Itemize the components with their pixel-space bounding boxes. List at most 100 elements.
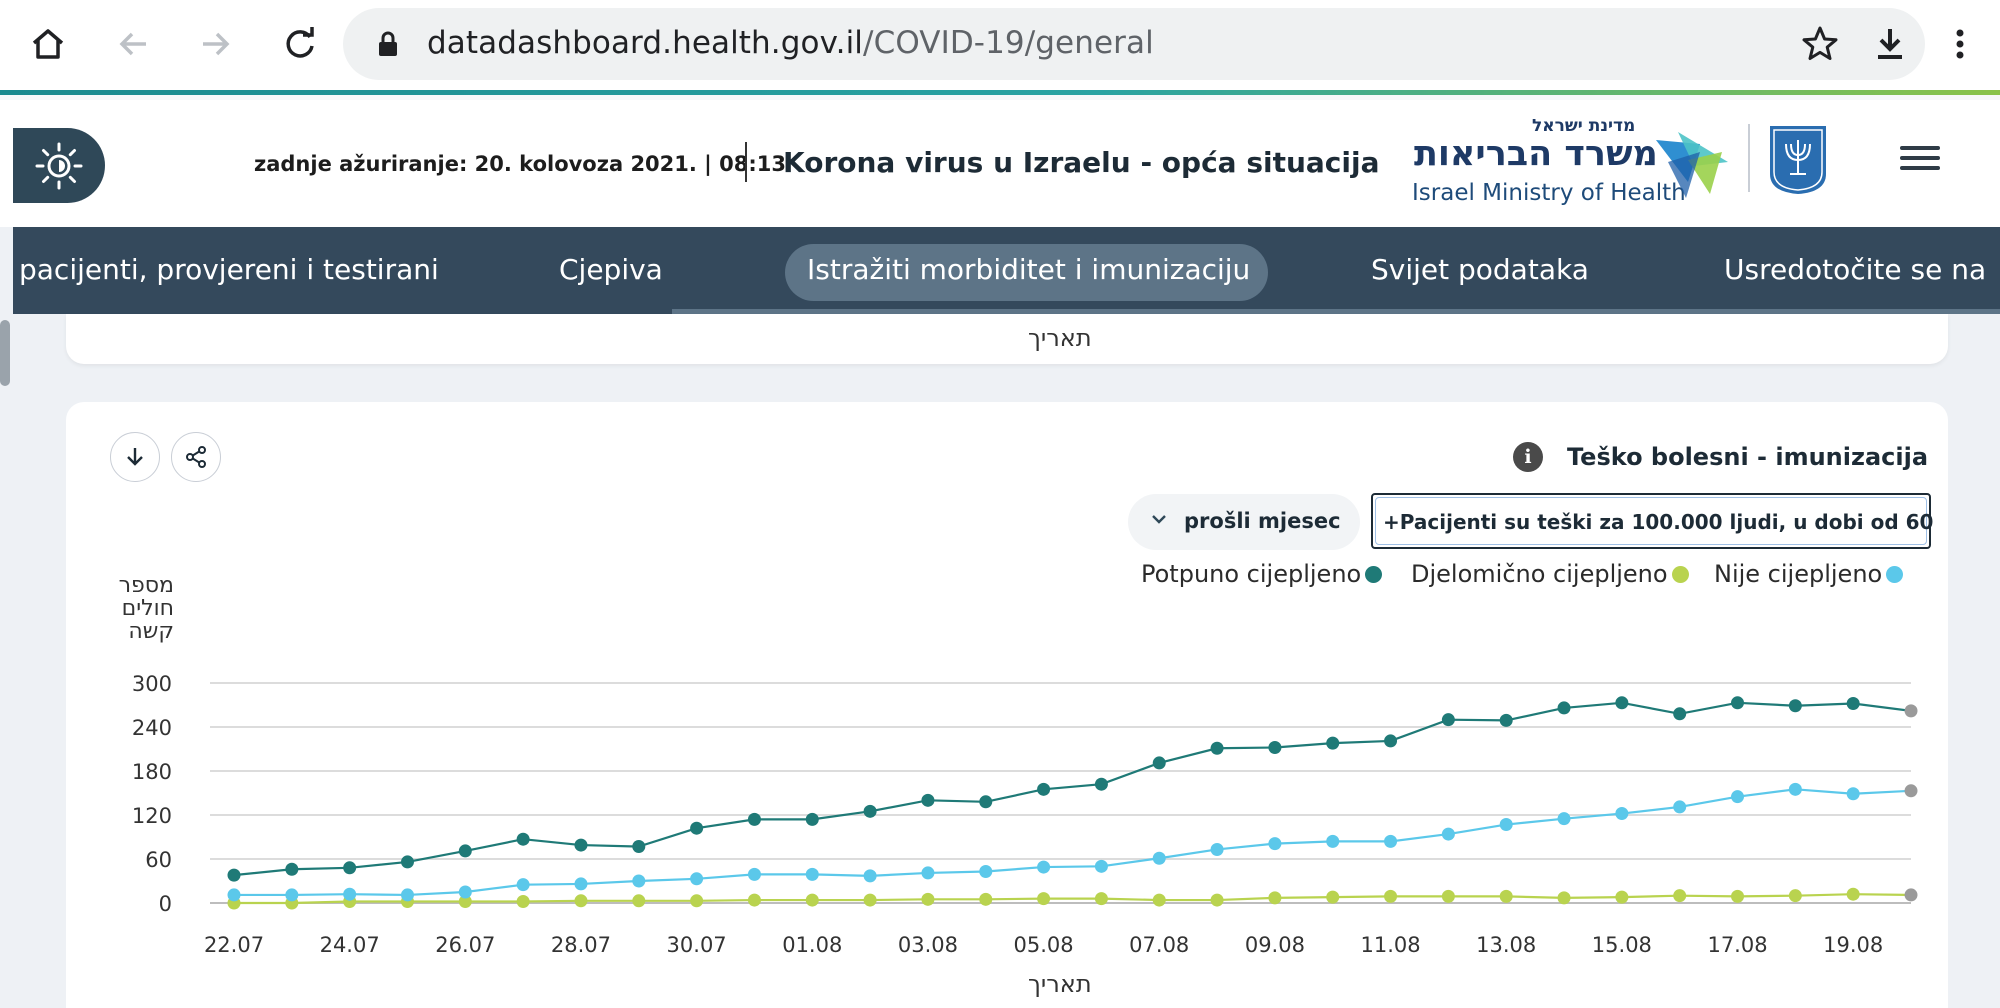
series-not-vaccinated-point [285, 888, 299, 902]
series-not-vaccinated-point [921, 866, 935, 880]
series-partially-vaccinated-point [1788, 889, 1802, 903]
x-tick-label: 26.07 [435, 933, 495, 957]
series-fully-vaccinated-point [805, 812, 819, 826]
series-fully-vaccinated-point [863, 804, 877, 818]
series-partially-vaccinated-point [516, 895, 530, 909]
series-fully-vaccinated-point [979, 795, 993, 809]
series-partially-vaccinated-line [234, 893, 1912, 905]
series-fully-vaccinated-point [1557, 701, 1571, 715]
series-fully-vaccinated-point [1615, 696, 1629, 710]
series-partially-vaccinated-point [632, 894, 646, 908]
series-partially-vaccinated-point [1441, 889, 1455, 903]
x-tick-label: 22.07 [204, 933, 264, 957]
x-tick-label: 28.07 [551, 933, 611, 957]
series-fully-vaccinated-point [1499, 713, 1513, 727]
series-not-vaccinated-point [400, 888, 414, 902]
series-partially-vaccinated-point [805, 893, 819, 907]
y-tick-label: 180 [132, 760, 172, 784]
series-not-vaccinated-point [805, 867, 819, 881]
series-not-vaccinated-point [1326, 834, 1340, 848]
line-chart: 0 60 120 180 240 300 22.07 24.07 26.07 28.07 30.07… [132, 672, 1918, 957]
series-fully-vaccinated-point [1037, 782, 1051, 796]
series-not-vaccinated-point [1499, 818, 1513, 832]
series-not-vaccinated-point [1210, 842, 1224, 856]
series-not-vaccinated-point [343, 887, 357, 901]
series-fully-vaccinated-point [1152, 756, 1166, 770]
series-partially-vaccinated-point [1673, 889, 1687, 903]
series-not-vaccinated-point [1846, 787, 1860, 801]
series-not-vaccinated-point [1615, 807, 1629, 821]
series-fully-vaccinated-point [690, 821, 704, 835]
series-partially-vaccinated-point [747, 893, 761, 907]
x-tick-label: 03.08 [898, 933, 958, 957]
series-not-vaccinated-point [1037, 860, 1051, 874]
series-fully-vaccinated-point [227, 868, 241, 882]
series-fully-vaccinated-point [458, 844, 472, 858]
y-tick-label: 240 [132, 716, 172, 740]
x-tick-label: 24.07 [320, 933, 380, 957]
series-partially-vaccinated-point [1499, 889, 1513, 903]
x-tick-label: 05.08 [1014, 933, 1074, 957]
series-fully-vaccinated-point [747, 812, 761, 826]
series-not-vaccinated-point [632, 874, 646, 888]
series-fully-vaccinated-point [1846, 697, 1860, 711]
series-fully-vaccinated-point [1268, 741, 1282, 755]
series-partially-vaccinated-point [979, 892, 993, 906]
series-partially-vaccinated-point [1557, 891, 1571, 905]
series-fully-vaccinated-point [1673, 707, 1687, 721]
series-partially-vaccinated-point [1384, 889, 1398, 903]
series-partially-vaccinated-point [1268, 891, 1282, 905]
series-fully-vaccinated-point [1441, 713, 1455, 727]
series-not-vaccinated-point [1441, 827, 1455, 841]
series-not-vaccinated-point [863, 869, 877, 883]
page-scrollbar[interactable] [0, 320, 10, 386]
series-fully-vaccinated-point [516, 832, 530, 846]
series-not-vaccinated-point [690, 872, 704, 886]
series-fully-vaccinated-point [1094, 777, 1108, 791]
series-fully-vaccinated-point [632, 840, 646, 854]
series-not-vaccinated-line [234, 788, 1912, 897]
series-not-vaccinated-point [1904, 784, 1918, 798]
series-partially-vaccinated-point [921, 892, 935, 906]
series-fully-vaccinated-point [1210, 741, 1224, 755]
series-fully-vaccinated-point [1904, 704, 1918, 718]
series-fully-vaccinated-point [343, 861, 357, 875]
series-partially-vaccinated-point [1152, 893, 1166, 907]
series-not-vaccinated-point [747, 867, 761, 881]
x-tick-label: 30.07 [667, 933, 727, 957]
series-not-vaccinated-point [979, 864, 993, 878]
series-fully-vaccinated-line [233, 701, 1912, 877]
y-tick-label: 60 [145, 848, 172, 872]
series-partially-vaccinated-point [574, 894, 588, 908]
series-partially-vaccinated-point [1731, 889, 1745, 903]
x-axis-label: תאריך [1028, 970, 1092, 998]
series-fully-vaccinated-point [1384, 734, 1398, 748]
series-partially-vaccinated-point [1904, 888, 1918, 902]
series-fully-vaccinated-point [1788, 699, 1802, 713]
series-not-vaccinated-point [1788, 782, 1802, 796]
series-not-vaccinated-point [1152, 851, 1166, 865]
series-not-vaccinated-point [1673, 800, 1687, 814]
series-partially-vaccinated-point [1615, 890, 1629, 904]
y-tick-label: 0 [159, 892, 172, 916]
series-not-vaccinated-point [1557, 812, 1571, 826]
series-fully-vaccinated-point [1731, 696, 1745, 710]
x-tick-label: 13.08 [1476, 933, 1536, 957]
series-not-vaccinated-point [227, 888, 241, 902]
series-partially-vaccinated-point [1037, 892, 1051, 906]
x-tick-label: 15.08 [1592, 933, 1652, 957]
series-partially-vaccinated-point [1326, 890, 1340, 904]
series-not-vaccinated-point [1384, 834, 1398, 848]
series-not-vaccinated-point [458, 885, 472, 899]
x-tick-label: 09.08 [1245, 933, 1305, 957]
series-fully-vaccinated-point [285, 862, 299, 876]
y-tick-label: 120 [132, 804, 172, 828]
series-partially-vaccinated-point [1846, 887, 1860, 901]
series-not-vaccinated-point [1731, 790, 1745, 804]
series-fully-vaccinated-point [921, 793, 935, 807]
x-tick-label: 17.08 [1707, 933, 1767, 957]
series-partially-vaccinated-point [1094, 892, 1108, 906]
x-tick-label: 19.08 [1823, 933, 1883, 957]
series-not-vaccinated-point [1268, 837, 1282, 851]
series-not-vaccinated-point [1094, 859, 1108, 873]
